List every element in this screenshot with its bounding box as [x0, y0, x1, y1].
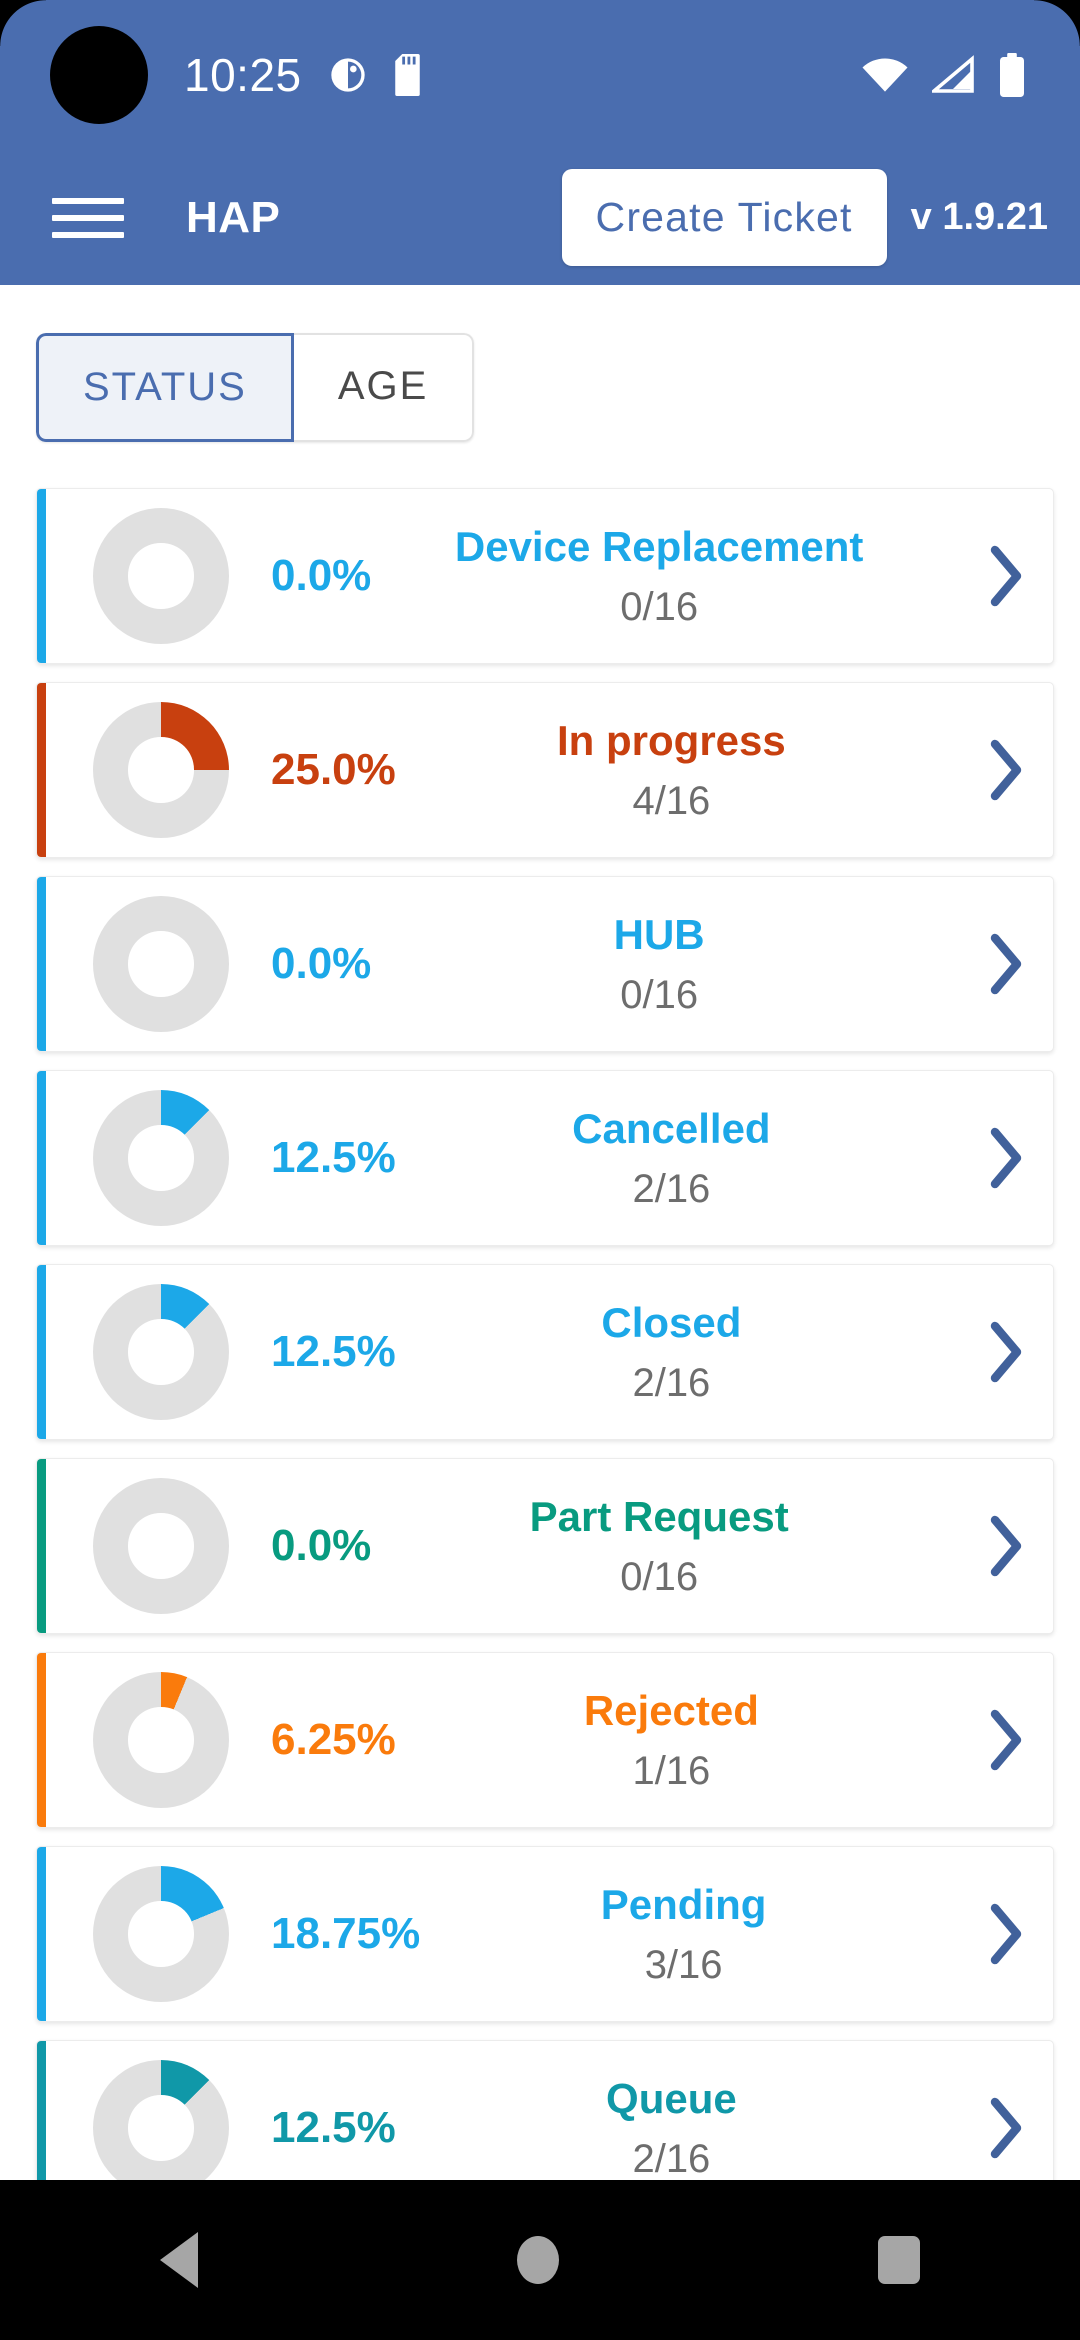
sd-card-icon — [394, 54, 428, 96]
main-content: STATUS AGE 0.0% Device Replacement 0/16 … — [0, 285, 1080, 2180]
ticket-count: 2/16 — [632, 2136, 711, 2181]
chevron-right-icon[interactable] — [957, 1708, 1053, 1772]
back-icon[interactable] — [159, 2232, 198, 2288]
row-labels: Device Replacement 0/16 — [371, 523, 957, 630]
ticket-count: 0/16 — [620, 972, 699, 1017]
progress-donut-chart — [93, 1866, 229, 2002]
ticket-count: 0/16 — [620, 1554, 699, 1599]
percent-value: 0.0% — [271, 1521, 372, 1570]
ticket-count: 1/16 — [632, 1748, 711, 1793]
row-labels: Queue 2/16 — [396, 2075, 957, 2181]
screen-corner-top-right — [1034, 0, 1080, 46]
status-label: Part Request — [529, 1492, 789, 1540]
row-labels: Closed 2/16 — [396, 1299, 957, 1406]
status-bar-clock: 10:25 — [184, 49, 302, 101]
progress-donut-chart — [93, 1284, 229, 1420]
table-row[interactable]: 0.0% Part Request 0/16 — [36, 1458, 1054, 1634]
status-label: In progress — [557, 716, 786, 764]
ticket-count: 3/16 — [644, 1942, 723, 1987]
table-row[interactable]: 0.0% Device Replacement 0/16 — [36, 488, 1054, 664]
chevron-right-icon[interactable] — [957, 932, 1053, 996]
row-accent-bar — [37, 2041, 46, 2180]
row-labels: Cancelled 2/16 — [396, 1105, 957, 1212]
chevron-right-icon[interactable] — [957, 1514, 1053, 1578]
table-row[interactable]: 0.0% HUB 0/16 — [36, 876, 1054, 1052]
percent-value: 12.5% — [271, 1327, 396, 1376]
row-accent-bar — [37, 683, 46, 857]
progress-donut-chart — [93, 1478, 229, 1614]
progress-donut-chart — [93, 2060, 229, 2180]
row-labels: Pending 3/16 — [420, 1881, 957, 1988]
chevron-right-icon[interactable] — [957, 738, 1053, 802]
percent-value: 0.0% — [271, 551, 372, 600]
phone-screen: 10:25 HAP Create Ticket v 1.9.21 STATUS … — [0, 0, 1080, 2340]
row-labels: HUB 0/16 — [371, 911, 957, 1018]
status-label: Closed — [601, 1298, 742, 1346]
app-version-label: v 1.9.21 — [910, 196, 1048, 238]
row-accent-bar — [37, 1265, 46, 1439]
status-label: Device Replacement — [454, 522, 864, 570]
status-label: Pending — [600, 1880, 767, 1928]
percent-value: 12.5% — [271, 1133, 396, 1182]
app-header-bar: HAP Create Ticket v 1.9.21 — [0, 150, 1080, 285]
row-accent-bar — [37, 1459, 46, 1633]
status-card-list: 0.0% Device Replacement 0/16 25.0% In pr… — [0, 488, 1080, 2180]
chevron-right-icon[interactable] — [957, 2096, 1053, 2160]
do-not-disturb-icon — [328, 55, 368, 95]
chevron-right-icon[interactable] — [957, 1320, 1053, 1384]
percent-value: 12.5% — [271, 2103, 396, 2152]
camera-cutout — [50, 26, 148, 124]
progress-donut-chart — [93, 702, 229, 838]
row-accent-bar — [37, 1071, 46, 1245]
table-row[interactable]: 12.5% Cancelled 2/16 — [36, 1070, 1054, 1246]
percent-value: 25.0% — [271, 745, 396, 794]
cellular-signal-icon — [932, 55, 976, 95]
table-row[interactable]: 25.0% In progress 4/16 — [36, 682, 1054, 858]
create-ticket-button[interactable]: Create Ticket — [561, 169, 887, 266]
percent-value: 18.75% — [271, 1909, 421, 1958]
ticket-count: 2/16 — [632, 1360, 711, 1405]
table-row[interactable]: 12.5% Closed 2/16 — [36, 1264, 1054, 1440]
home-icon[interactable] — [516, 2236, 559, 2284]
ticket-count: 4/16 — [632, 778, 711, 823]
status-label: HUB — [613, 910, 705, 958]
table-row[interactable]: 12.5% Queue 2/16 — [36, 2040, 1054, 2180]
ticket-count: 2/16 — [632, 1166, 711, 1211]
tab-status[interactable]: STATUS — [36, 333, 294, 442]
status-label: Rejected — [583, 1686, 759, 1734]
battery-icon — [998, 53, 1026, 97]
progress-donut-chart — [93, 508, 229, 644]
progress-donut-chart — [93, 1090, 229, 1226]
row-accent-bar — [37, 1847, 46, 2021]
row-accent-bar — [37, 489, 46, 663]
status-bar: 10:25 — [0, 0, 1080, 150]
row-labels: Rejected 1/16 — [396, 1687, 957, 1794]
screen-corner-top-left — [0, 0, 46, 46]
status-label: Cancelled — [572, 1104, 771, 1152]
percent-value: 6.25% — [271, 1715, 396, 1764]
chevron-right-icon[interactable] — [957, 1902, 1053, 1966]
android-navigation-bar — [0, 2180, 1080, 2340]
wifi-icon — [860, 55, 910, 95]
percent-value: 0.0% — [271, 939, 372, 988]
chevron-right-icon[interactable] — [957, 544, 1053, 608]
hamburger-menu-icon[interactable] — [52, 197, 124, 238]
chevron-right-icon[interactable] — [957, 1126, 1053, 1190]
tab-age[interactable]: AGE — [293, 333, 475, 442]
table-row[interactable]: 18.75% Pending 3/16 — [36, 1846, 1054, 2022]
status-label: Queue — [606, 2074, 737, 2122]
row-labels: Part Request 0/16 — [371, 1493, 957, 1600]
progress-donut-chart — [93, 1672, 229, 1808]
table-row[interactable]: 6.25% Rejected 1/16 — [36, 1652, 1054, 1828]
row-accent-bar — [37, 1653, 46, 1827]
row-accent-bar — [37, 877, 46, 1051]
view-mode-tabs: STATUS AGE — [36, 333, 475, 442]
progress-donut-chart — [93, 896, 229, 1032]
app-title: HAP — [186, 192, 281, 242]
row-labels: In progress 4/16 — [396, 717, 957, 824]
ticket-count: 0/16 — [620, 584, 699, 629]
recents-icon[interactable] — [878, 2236, 921, 2284]
